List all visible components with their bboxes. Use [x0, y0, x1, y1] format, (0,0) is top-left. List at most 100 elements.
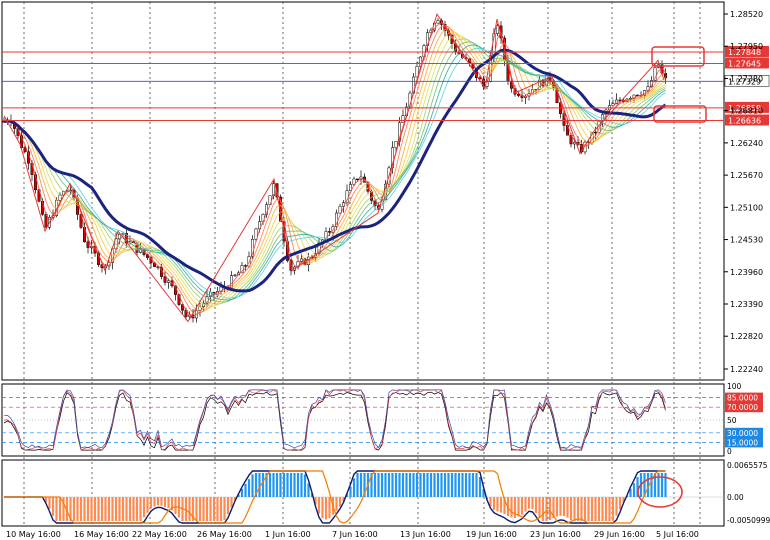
- macd-histogram-bar: [114, 497, 118, 521]
- macd-histogram-bar: [188, 497, 191, 521]
- price-tick-label: 1.25670: [730, 171, 763, 180]
- macd-histogram-bar: [545, 497, 548, 521]
- macd-histogram-bar: [436, 473, 440, 497]
- macd-histogram-bar: [149, 497, 153, 509]
- macd-histogram-bar: [373, 473, 377, 497]
- macd-histogram-bar: [562, 497, 566, 517]
- price-tick-label: 1.26240: [730, 139, 763, 148]
- price-tick-label: 1.23960: [730, 268, 763, 277]
- macd-histogram-bar: [429, 473, 433, 497]
- macd-histogram-bar: [230, 497, 233, 508]
- macd-histogram-bar: [279, 473, 282, 497]
- candle-body[interactable]: [573, 141, 576, 145]
- macd-histogram-bar: [118, 497, 121, 521]
- macd-histogram-bar: [328, 497, 331, 519]
- macd-histogram-bar: [475, 473, 478, 497]
- rsi-level-label: 85.0000: [727, 394, 758, 403]
- macd-histogram-bar: [125, 497, 128, 521]
- macd-histogram-bar: [251, 474, 254, 497]
- macd-histogram-bar: [359, 473, 363, 497]
- macd-histogram-bar: [590, 497, 594, 521]
- price-tick-label: 1.27380: [730, 74, 763, 83]
- macd-histogram-bar: [135, 497, 139, 521]
- macd-histogram-bar: [615, 497, 618, 516]
- macd-histogram-bar: [580, 497, 583, 521]
- macd-axis-label: -0.0050999: [727, 516, 770, 525]
- macd-histogram-bar: [387, 473, 391, 497]
- rsi-axis-label: 50: [727, 416, 737, 425]
- macd-histogram-bar: [443, 473, 447, 497]
- macd-histogram-bar: [100, 497, 104, 521]
- macd-histogram-bar: [202, 497, 205, 521]
- macd-histogram-bar: [76, 497, 79, 521]
- candle-body[interactable]: [496, 25, 499, 34]
- macd-histogram-bar: [426, 473, 429, 497]
- candle-body[interactable]: [121, 233, 125, 235]
- time-axis: 10 May 16:00 16 May 16:00 22 May 16:00 26 M…: [6, 530, 699, 539]
- macd-histogram-bar: [72, 497, 76, 521]
- macd-histogram-bar: [559, 497, 562, 516]
- macd-histogram-bar: [471, 473, 475, 497]
- candle-body[interactable]: [233, 274, 237, 277]
- macd-histogram-bar: [160, 497, 163, 506]
- price-tick-label: 1.22240: [730, 365, 763, 374]
- macd-histogram-bar: [62, 497, 65, 521]
- macd-histogram-bar: [132, 497, 135, 521]
- time-tick-label: 13 Jun 16:00: [400, 530, 451, 539]
- macd-histogram-bar: [391, 473, 394, 497]
- macd-histogram-bar: [513, 497, 517, 518]
- macd-histogram-bar: [289, 473, 293, 497]
- macd-histogram-bar: [338, 497, 342, 507]
- macd-histogram-bar: [293, 473, 296, 497]
- macd-histogram-bar: [86, 497, 90, 521]
- macd-histogram-bar: [569, 497, 573, 521]
- price-tick-label: 1.22820: [730, 332, 763, 341]
- candle-body[interactable]: [517, 93, 520, 96]
- macd-histogram-bar: [195, 497, 198, 521]
- candle-body[interactable]: [86, 241, 90, 248]
- macd-histogram-bar: [650, 473, 653, 497]
- macd-histogram-bar: [349, 486, 352, 497]
- time-tick-label: 7 Jun 16:00: [332, 530, 378, 539]
- candle-body[interactable]: [594, 131, 597, 134]
- macd-histogram-bar: [139, 497, 142, 521]
- price-tick-label: 1.28520: [730, 10, 763, 19]
- time-tick-label: 19 Jun 16:00: [466, 530, 517, 539]
- macd-histogram-bar: [608, 497, 611, 521]
- macd-histogram-bar: [548, 497, 552, 521]
- rsi-level-label: 70.0000: [727, 403, 758, 412]
- macd-histogram-bar: [566, 497, 569, 518]
- macd-histogram-bar: [83, 497, 86, 521]
- time-tick-label: 16 May 16:00: [74, 530, 129, 539]
- macd-histogram-bar: [79, 497, 83, 521]
- macd-histogram-bar: [268, 473, 272, 497]
- macd-histogram-bar: [415, 473, 419, 497]
- candle-body[interactable]: [401, 115, 405, 124]
- price-tick-label: 1.27950: [730, 42, 763, 51]
- candle-body[interactable]: [328, 231, 331, 233]
- rsi-axis-label: 0: [727, 447, 732, 456]
- candle-body[interactable]: [664, 72, 667, 79]
- price-tick-label: 1.25100: [730, 203, 763, 212]
- candle-body[interactable]: [188, 314, 191, 317]
- candle-body[interactable]: [300, 258, 303, 262]
- macd-histogram-bar: [573, 497, 576, 521]
- macd-histogram-bar: [440, 473, 443, 497]
- candle-body[interactable]: [338, 206, 342, 214]
- candle-body[interactable]: [436, 20, 440, 24]
- macd-histogram-bar: [422, 473, 426, 497]
- candle-body[interactable]: [163, 276, 167, 283]
- macd-histogram-bar: [198, 497, 202, 521]
- macd-histogram-bar: [538, 497, 541, 518]
- macd-histogram-bar: [282, 473, 286, 497]
- macd-histogram-bar: [244, 483, 247, 497]
- macd-histogram-bar: [478, 476, 482, 497]
- macd-histogram-bar: [468, 473, 471, 497]
- macd-histogram-bar: [492, 497, 496, 510]
- macd-histogram-bar: [216, 497, 219, 521]
- candle-body[interactable]: [356, 178, 359, 180]
- macd-histogram-bar: [300, 473, 303, 497]
- time-tick-label: 10 May 16:00: [6, 530, 61, 539]
- macd-histogram-bar: [321, 497, 324, 519]
- trading-chart[interactable]: 1.278481.276451.268591.266361.27329 85.0…: [0, 0, 770, 540]
